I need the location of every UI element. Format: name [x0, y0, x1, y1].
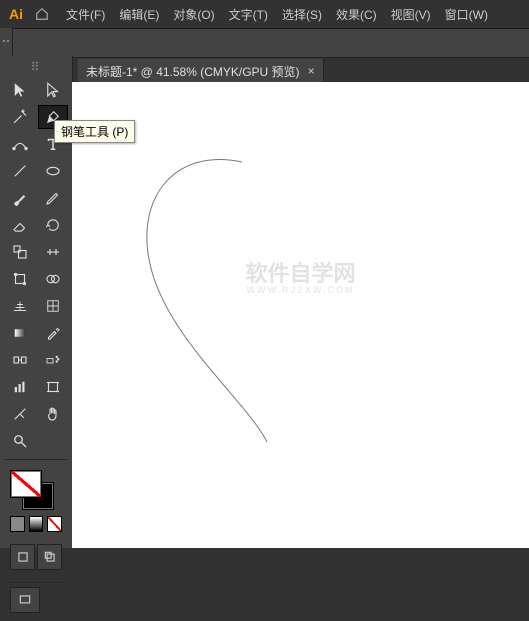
tool-empty: [38, 429, 68, 453]
mesh-tool[interactable]: [38, 294, 68, 318]
menu-object[interactable]: 对象(O): [167, 2, 220, 27]
pen-tool-tooltip: 钢笔工具 (P): [54, 120, 135, 143]
ellipse-tool[interactable]: [38, 159, 68, 183]
symbol-sprayer-tool[interactable]: [38, 348, 68, 372]
panel-drag-handle[interactable]: ⠿: [26, 60, 46, 74]
fill-swatch[interactable]: [10, 470, 42, 498]
artwork: [72, 82, 529, 548]
selection-tool[interactable]: [5, 78, 35, 102]
blend-tool[interactable]: [5, 348, 35, 372]
none-mode-button[interactable]: [47, 516, 62, 532]
menu-edit[interactable]: 编辑(E): [113, 2, 165, 27]
app-logo: Ai: [4, 2, 28, 26]
menu-file[interactable]: 文件(F): [60, 2, 111, 27]
menu-effect[interactable]: 效果(C): [330, 2, 383, 27]
menu-view[interactable]: 视图(V): [385, 2, 437, 27]
menu-bar: Ai 文件(F) 编辑(E) 对象(O) 文字(T) 选择(S) 效果(C) 视…: [0, 0, 529, 29]
close-tab-icon[interactable]: ×: [308, 64, 315, 78]
slice-tool[interactable]: [5, 402, 35, 426]
control-bar: [0, 29, 529, 58]
canvas[interactable]: 软件自学网 WWW.RJZXW.COM: [72, 82, 529, 548]
color-mode-button[interactable]: [10, 516, 25, 532]
fill-stroke-swatches: [0, 464, 72, 544]
paintbrush-tool[interactable]: [5, 186, 35, 210]
menu-select[interactable]: 选择(S): [276, 2, 328, 27]
zoom-tool[interactable]: [5, 429, 35, 453]
menu-window[interactable]: 窗口(W): [439, 2, 494, 27]
main-menu: 文件(F) 编辑(E) 对象(O) 文字(T) 选择(S) 效果(C) 视图(V…: [60, 2, 494, 27]
rotate-tool[interactable]: [38, 213, 68, 237]
width-tool[interactable]: [38, 240, 68, 264]
screen-mode-row: [0, 544, 72, 578]
pencil-tool[interactable]: [38, 186, 68, 210]
artboard-tool[interactable]: [38, 375, 68, 399]
screen-mode-button[interactable]: [10, 587, 40, 613]
shape-builder-tool[interactable]: [38, 267, 68, 291]
curvature-tool[interactable]: [5, 132, 35, 156]
gradient-mode-button[interactable]: [29, 516, 44, 532]
column-graph-tool[interactable]: [5, 375, 35, 399]
eraser-tool[interactable]: [5, 213, 35, 237]
home-icon[interactable]: [32, 4, 52, 24]
eyedropper-tool[interactable]: [38, 321, 68, 345]
direct-selection-tool[interactable]: [38, 78, 68, 102]
document-tab[interactable]: 未标题-1* @ 41.58% (CMYK/GPU 预览) ×: [78, 59, 324, 84]
scale-tool[interactable]: [5, 240, 35, 264]
free-transform-tool[interactable]: [5, 267, 35, 291]
hand-tool[interactable]: [38, 402, 68, 426]
document-tab-row: 未标题-1* @ 41.58% (CMYK/GPU 预览) ×: [0, 58, 529, 85]
line-tool[interactable]: [5, 159, 35, 183]
document-tab-title: 未标题-1* @ 41.58% (CMYK/GPU 预览): [86, 63, 300, 80]
curve-path: [147, 160, 267, 442]
menu-type[interactable]: 文字(T): [223, 2, 274, 27]
perspective-grid-tool[interactable]: [5, 294, 35, 318]
magic-wand-tool[interactable]: [5, 105, 35, 129]
gradient-tool[interactable]: [5, 321, 35, 345]
panel-grip[interactable]: [0, 28, 13, 56]
